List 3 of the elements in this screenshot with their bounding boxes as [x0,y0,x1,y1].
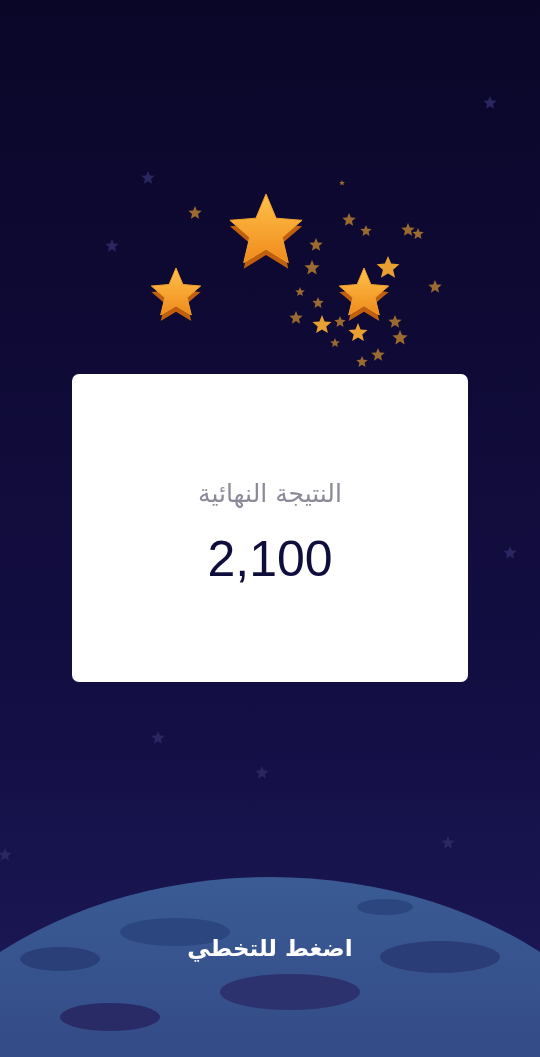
result-title: النتيجة النهائية [198,477,342,508]
skip-prompt[interactable]: اضغط للتخطي [187,935,353,961]
final-score: 2,100 [207,529,333,588]
